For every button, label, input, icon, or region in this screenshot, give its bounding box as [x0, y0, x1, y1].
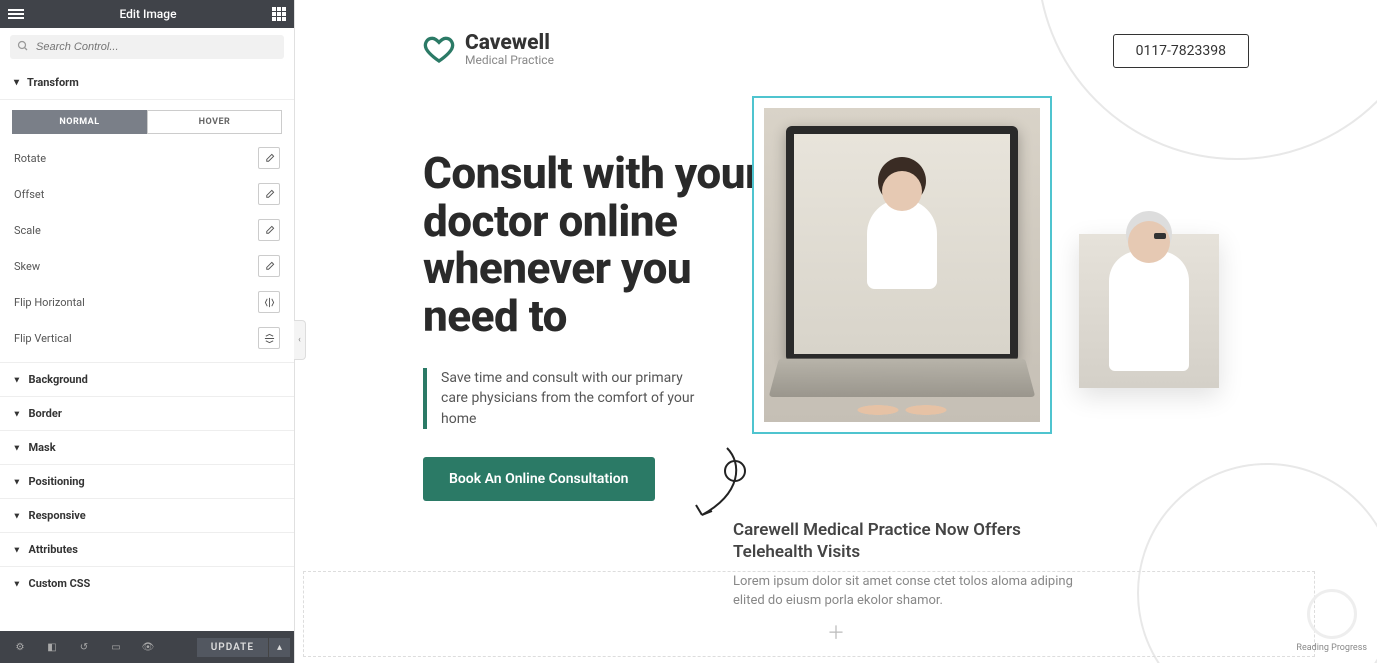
offset-label: Offset — [14, 188, 258, 201]
caret-right-icon: ▸ — [11, 377, 21, 382]
preview-icon[interactable]: 👁 — [132, 631, 164, 663]
callout-card: Carewell Medical Practice Now Offers Tel… — [733, 511, 1093, 619]
transform-section-header[interactable]: ▾ Transform — [0, 66, 294, 100]
hero-title: Consult with your doctor online whenever… — [423, 150, 783, 340]
control-skew: Skew — [0, 248, 294, 284]
transform-label: Transform — [27, 76, 79, 89]
controls-scroll[interactable]: ▾ Transform NORMAL HOVER Rotate Offset S… — [0, 66, 294, 631]
site-logo[interactable]: Cavewell Medical Practice — [423, 32, 554, 67]
selected-image-widget[interactable] — [752, 96, 1052, 434]
telehealth-laptop-image — [764, 108, 1040, 422]
reading-progress-widget[interactable]: Reading Progress — [1296, 589, 1367, 653]
preview-canvas: Cavewell Medical Practice 0117-7823398 C… — [295, 0, 1377, 663]
phone-button[interactable]: 0117-7823398 — [1113, 34, 1249, 68]
accordion-border[interactable]: ▸Border — [0, 396, 294, 430]
caret-right-icon: ▸ — [11, 445, 21, 450]
update-button[interactable]: UPDATE — [197, 638, 268, 657]
flip-h-label: Flip Horizontal — [14, 296, 258, 309]
brand-subtitle: Medical Practice — [465, 54, 554, 67]
flip-v-label: Flip Vertical — [14, 332, 258, 345]
navigator-icon[interactable]: ◧ — [36, 631, 68, 663]
callout-title: Carewell Medical Practice Now Offers Tel… — [733, 519, 1093, 563]
scale-label: Scale — [14, 224, 258, 237]
panel-title: Edit Image — [24, 7, 272, 21]
rotate-edit-button[interactable] — [258, 147, 280, 169]
progress-circle-icon — [1307, 589, 1357, 639]
search-input[interactable] — [10, 35, 284, 59]
heart-logo-icon — [423, 33, 455, 65]
settings-icon[interactable]: ⚙ — [4, 631, 36, 663]
decorative-curve — [1037, 0, 1377, 160]
accordion-attributes[interactable]: ▸Attributes — [0, 532, 294, 566]
hero-subtitle: Save time and consult with our primary c… — [423, 368, 703, 429]
accordion-mask[interactable]: ▸Mask — [0, 430, 294, 464]
search-box — [0, 28, 294, 66]
editor-sidebar: Edit Image ▾ Transform NORMAL HOVER Rota… — [0, 0, 295, 663]
control-offset: Offset — [0, 176, 294, 212]
add-section-button[interactable]: ＋ — [827, 619, 845, 645]
control-flip-horizontal: Flip Horizontal — [0, 284, 294, 320]
control-rotate: Rotate — [0, 140, 294, 176]
control-scale: Scale — [0, 212, 294, 248]
callout-body: Lorem ipsum dolor sit amet conse ctet to… — [733, 573, 1093, 611]
apps-grid-icon[interactable] — [272, 7, 286, 21]
accordion-custom-css[interactable]: ▸Custom CSS — [0, 566, 294, 600]
rotate-label: Rotate — [14, 152, 258, 165]
state-tabs: NORMAL HOVER — [0, 100, 294, 140]
sidebar-header: Edit Image — [0, 0, 294, 28]
skew-edit-button[interactable] — [258, 255, 280, 277]
hamburger-icon[interactable] — [8, 9, 24, 19]
caret-right-icon: ▸ — [11, 581, 21, 586]
flip-h-button[interactable] — [258, 291, 280, 313]
caret-right-icon: ▸ — [11, 547, 21, 552]
cta-button[interactable]: Book An Online Consultation — [423, 457, 655, 501]
search-icon — [17, 40, 29, 52]
sidebar-footer: ⚙ ◧ ↺ ▭ 👁 UPDATE ▴ — [0, 631, 294, 663]
caret-right-icon: ▸ — [11, 513, 21, 518]
update-options-caret[interactable]: ▴ — [268, 638, 290, 657]
brand-name: Cavewell — [465, 32, 554, 54]
accordion-background[interactable]: ▸Background — [0, 362, 294, 396]
caret-down-icon: ▾ — [14, 77, 19, 88]
doctor-photo[interactable] — [1079, 234, 1219, 388]
tab-normal[interactable]: NORMAL — [12, 110, 147, 134]
history-icon[interactable]: ↺ — [68, 631, 100, 663]
offset-edit-button[interactable] — [258, 183, 280, 205]
accordion-responsive[interactable]: ▸Responsive — [0, 498, 294, 532]
skew-label: Skew — [14, 260, 258, 273]
tab-hover[interactable]: HOVER — [147, 110, 282, 134]
reading-progress-label: Reading Progress — [1296, 643, 1367, 653]
caret-right-icon: ▸ — [11, 411, 21, 416]
control-flip-vertical: Flip Vertical — [0, 320, 294, 356]
responsive-icon[interactable]: ▭ — [100, 631, 132, 663]
scale-edit-button[interactable] — [258, 219, 280, 241]
accordion-positioning[interactable]: ▸Positioning — [0, 464, 294, 498]
collapse-panel-handle[interactable]: ‹ — [294, 320, 306, 360]
caret-right-icon: ▸ — [11, 479, 21, 484]
flip-v-button[interactable] — [258, 327, 280, 349]
